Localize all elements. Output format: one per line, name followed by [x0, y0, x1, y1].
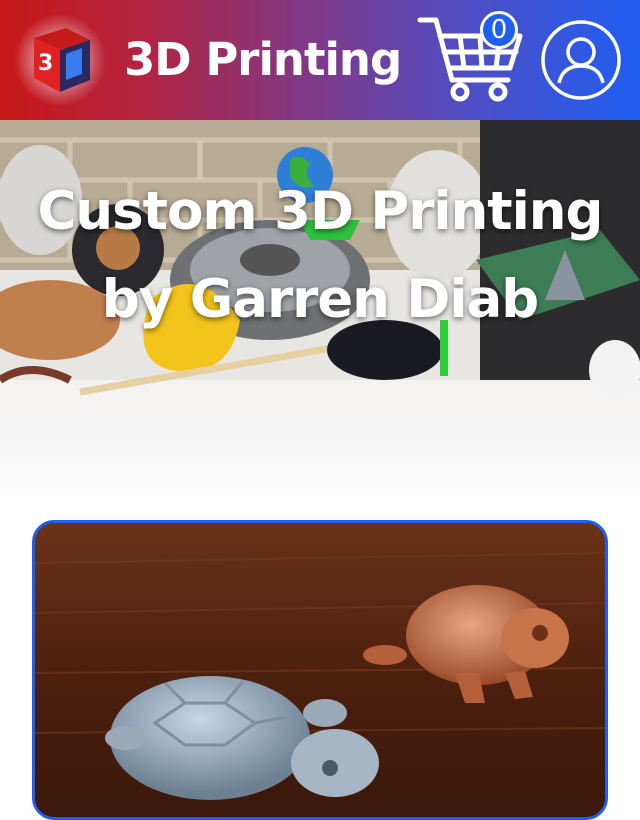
- logo-3d-cube-icon[interactable]: 3: [14, 14, 106, 106]
- hero-title: Custom 3D Printing by Garren Diab: [0, 168, 640, 344]
- hero-banner: Custom 3D Printing by Garren Diab: [0, 120, 640, 420]
- cart-count-badge: 0: [480, 11, 518, 49]
- user-account-icon[interactable]: [540, 19, 622, 101]
- section-divider: [0, 420, 640, 500]
- product-card[interactable]: [32, 520, 608, 820]
- brand-title[interactable]: 3D Printing: [124, 30, 402, 90]
- hero-title-line-1: Custom 3D Printing: [37, 181, 604, 242]
- hero-title-line-2: by Garren Diab: [101, 269, 539, 330]
- site-header: 3 3D Printing 0: [0, 0, 640, 120]
- svg-text:3: 3: [38, 51, 53, 76]
- turtle-prints-photo: [35, 523, 605, 817]
